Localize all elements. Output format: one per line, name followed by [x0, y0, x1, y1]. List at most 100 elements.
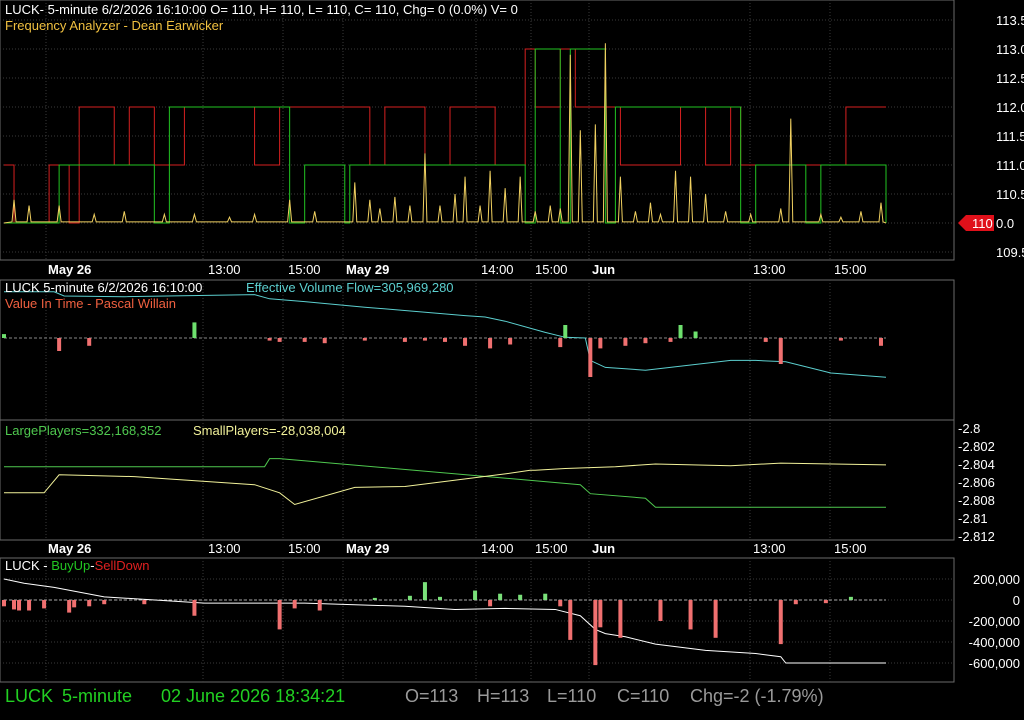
buyup-selldown-bar	[292, 600, 297, 609]
value-in-time-bar	[643, 338, 648, 344]
status-bar: LUCK 5-minute 02 June 2026 18:34:21 O=11…	[0, 684, 1024, 708]
buyup-selldown-bar	[598, 600, 603, 628]
value-in-time-bar	[57, 338, 62, 351]
buyup-selldown-bar	[593, 600, 598, 666]
panel4-selldown-text: SellDown	[95, 558, 150, 573]
buyup-selldown-bar	[407, 595, 412, 600]
y-tick-label: 109.5	[996, 245, 1024, 260]
buyup-selldown-bar	[488, 600, 493, 607]
panel4-buyup-text: BuyUp	[51, 558, 90, 573]
value-in-time-bar	[598, 338, 603, 349]
buyup-selldown-bar	[713, 600, 718, 638]
x-tick-label: 15:00	[535, 541, 568, 556]
y-tick-label: -200,000	[969, 614, 1020, 629]
buyup-selldown-bar	[618, 600, 623, 638]
series-yellow-frequency-line	[3, 43, 887, 224]
y-tick-label: 200,000	[973, 572, 1020, 587]
last-price-axis-text: 0.0	[996, 216, 1014, 231]
value-in-time-bar	[588, 338, 593, 377]
value-in-time-bar	[422, 338, 427, 341]
status-datetime: 02 June 2026 18:34:21	[161, 686, 346, 706]
buyup-selldown-bar	[688, 600, 693, 630]
x-tick-label: 14:00	[481, 541, 514, 556]
value-in-time-bar	[878, 338, 883, 346]
x-tick-label: 15:00	[834, 541, 867, 556]
frequency-analyzer-plot	[3, 43, 887, 224]
x-tick-label: 15:00	[288, 262, 321, 277]
panel3-small-players: SmallPlayers=-28,038,004	[193, 423, 346, 438]
panel4-symbol-text: LUCK -	[5, 558, 51, 573]
x-tick-label: May 29	[346, 541, 389, 556]
buyup-selldown-bar	[778, 600, 783, 645]
value-in-time-bar	[623, 338, 628, 346]
buyup-selldown-bar	[558, 600, 563, 607]
chart-canvas[interactable]: 113.5 113.0 112.5 112.0 111.5 111.0 110.5 109.5…	[0, 0, 1024, 720]
buyup-selldown-bar	[437, 596, 442, 600]
y-tick-label: 111.5	[996, 129, 1024, 144]
y-tick-label: 113.0	[996, 42, 1024, 57]
y-tick-label: -2.8	[958, 421, 980, 436]
panel1-header: LUCK- 5-minute 6/2/2026 16:10:00 O= 110,…	[5, 2, 518, 17]
y-tick-label: 112.0	[996, 100, 1024, 115]
value-in-time-bar	[558, 338, 563, 348]
value-in-time-bar	[678, 325, 683, 338]
buyup-selldown-bar	[568, 600, 573, 640]
value-in-time-bar	[763, 338, 768, 342]
buyup-selldown-bar	[67, 600, 72, 613]
panel3-large-players: LargePlayers=332,168,352	[5, 423, 161, 438]
value-in-time-bar	[87, 338, 92, 346]
buyup-selldown-bar	[2, 600, 6, 607]
chart-window: 113.5 113.0 112.5 112.0 111.5 111.0 110.5 109.5…	[0, 0, 1024, 720]
x-tick-label: 15:00	[834, 262, 867, 277]
buyup-selldown-bar	[102, 600, 107, 605]
value-in-time-bar	[508, 338, 513, 345]
buyup-selldown-bar	[658, 600, 663, 621]
value-in-time-bar	[693, 331, 698, 338]
status-low: L=110	[547, 686, 597, 706]
last-price-marker: 110 0.0	[958, 215, 1014, 231]
y-tick-label: -2.804	[958, 457, 995, 472]
value-in-time-bar	[267, 338, 272, 341]
x-tick-label: Jun	[592, 262, 615, 277]
panel2-evf: Effective Volume Flow=305,969,280	[246, 280, 454, 295]
y-tick-label: -2.808	[958, 493, 995, 508]
players-plot	[4, 458, 887, 508]
y-tick-label: -600,000	[969, 656, 1020, 671]
buyup-selldown-plot	[2, 578, 886, 666]
series-small-players-line	[4, 462, 887, 506]
buyup-selldown-bar	[142, 600, 147, 605]
y-tick-label: -400,000	[969, 635, 1020, 650]
panel2-symbol: LUCK 5-minute 6/2/2026 16:10:00	[5, 280, 202, 295]
x-tick-label: 13:00	[208, 262, 241, 277]
buyup-selldown-bar	[498, 593, 503, 600]
y-tick-label: 111.0	[996, 158, 1024, 173]
x-tick-label: 15:00	[535, 262, 568, 277]
value-in-time-bar	[463, 338, 468, 346]
buyup-selldown-bar	[42, 600, 47, 609]
y-tick-label: -2.812	[958, 529, 995, 544]
axis-labels: 113.5 113.0 112.5 112.0 111.5 111.0 110.5 109.5…	[48, 13, 1024, 671]
value-in-time-bar	[277, 338, 282, 342]
buyup-selldown-bar	[192, 600, 197, 616]
value-in-time-bar	[402, 338, 407, 342]
buyup-selldown-bar	[793, 600, 798, 605]
x-tick-label: 13:00	[753, 541, 786, 556]
buyup-selldown-bar	[848, 596, 853, 600]
value-in-time-bar	[302, 338, 307, 342]
buyup-selldown-bar	[422, 582, 427, 600]
x-tick-label: May 26	[48, 262, 91, 277]
panel-players-frame	[0, 419, 955, 541]
status-change: Chg=-2 (-1.79%)	[690, 686, 824, 706]
x-tick-label: May 29	[346, 262, 389, 277]
x-tick-label: 13:00	[753, 262, 786, 277]
buyup-selldown-bar	[12, 600, 17, 610]
y-tick-label: -2.806	[958, 475, 995, 490]
buyup-selldown-bar	[823, 600, 828, 604]
buyup-selldown-bar	[72, 600, 77, 608]
panel4-symbol: LUCK - BuyUp-SellDown	[5, 558, 150, 573]
buyup-selldown-bar	[17, 600, 22, 611]
value-in-time-bar	[488, 338, 493, 349]
x-tick-label: 15:00	[288, 541, 321, 556]
status-high: H=113	[477, 686, 530, 706]
x-tick-label: Jun	[592, 541, 615, 556]
